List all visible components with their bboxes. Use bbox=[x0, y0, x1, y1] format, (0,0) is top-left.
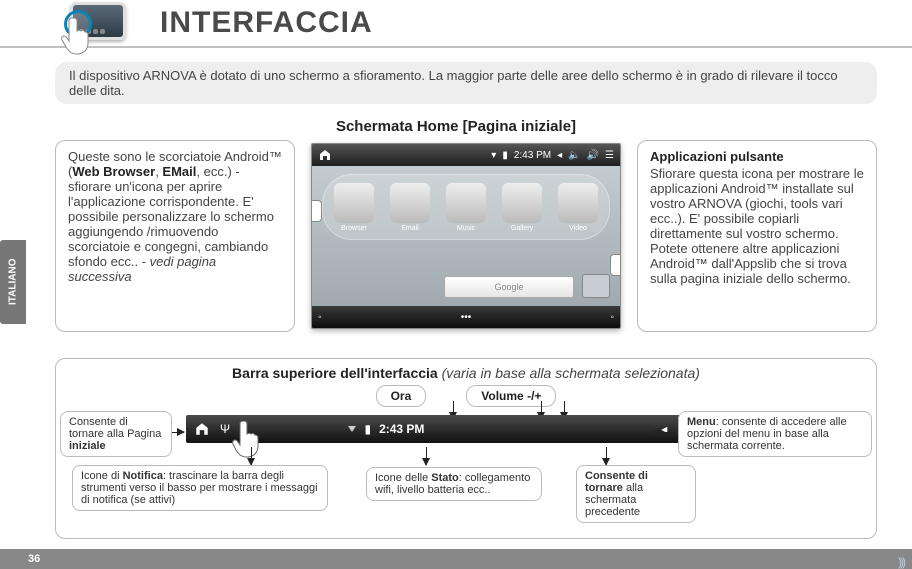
text-bold: EMail bbox=[162, 164, 196, 179]
app-label: Video bbox=[554, 225, 602, 232]
clock-text: 2:43 PM bbox=[379, 422, 424, 436]
home-icon bbox=[194, 421, 210, 437]
page-title: INTERFACCIA bbox=[160, 6, 373, 40]
app-shortcut: Video bbox=[554, 183, 602, 232]
device-screenshot-wrap: ▾ ▮ 2:43 PM ◂ 🔈 🔊 ☰ Browser Email Music … bbox=[301, 140, 631, 332]
app-shortcut: Gallery bbox=[498, 183, 546, 232]
note-notification: Icone di Notifica: trascinare la barra d… bbox=[72, 465, 328, 511]
home-icon bbox=[318, 148, 332, 162]
box-title: Applicazioni pulsante bbox=[650, 149, 864, 164]
screenshot-top-bar: ▾ ▮ 2:43 PM ◂ 🔈 🔊 ☰ bbox=[312, 144, 620, 166]
battery-icon: ▮ bbox=[502, 150, 508, 161]
clock-text: 2:43 PM bbox=[514, 150, 551, 161]
intro-text-box: Il dispositivo ARNOVA è dotato di uno sc… bbox=[55, 62, 877, 104]
header-touch-device-icon bbox=[70, 2, 140, 50]
footer-bar: 36 ))) bbox=[0, 549, 912, 569]
shortcuts-description-box: Queste sono le scorciatoie Android™ (Web… bbox=[55, 140, 295, 332]
text: Consente di tornare alla Pagina bbox=[69, 416, 161, 440]
battery-icon: ▮ bbox=[364, 422, 371, 436]
text-bold: Notifica bbox=[123, 470, 163, 482]
text-bold: Barra superiore dell'interfaccia bbox=[232, 365, 438, 381]
volume-pill: Volume -/+ bbox=[466, 385, 556, 407]
footer-decoration-icon: ))) bbox=[898, 555, 904, 569]
screenshot-bottom-bar: ◦•••◦ bbox=[312, 306, 620, 328]
app-shortcut: Email bbox=[386, 183, 434, 232]
menu-icon: ☰ bbox=[605, 150, 614, 161]
pill-labels-row: Ora Volume -/+ bbox=[66, 385, 866, 407]
box-body: Sfiorare questa icona per mostrare le ap… bbox=[650, 166, 864, 286]
wifi-icon bbox=[348, 426, 356, 432]
interface-top-bar: Ψ ▮ 2:43 PM ◂ 🔈 🔊 ☰ bbox=[186, 415, 746, 443]
app-label: Music bbox=[442, 225, 490, 232]
search-widget: Google bbox=[444, 276, 574, 298]
arrow-down-icon bbox=[606, 447, 607, 465]
text-italic: (varia in base alla schermata selezionat… bbox=[438, 365, 700, 381]
note-status: Icone delle Stato: collegamento wifi, li… bbox=[366, 467, 542, 501]
callout-connector bbox=[311, 200, 322, 222]
top-bar-explanation-box: Barra superiore dell'interfaccia (varia … bbox=[55, 358, 877, 539]
app-shortcut: Browser bbox=[330, 183, 378, 232]
hand-pointer-icon bbox=[60, 16, 94, 56]
back-icon: ◂ bbox=[661, 422, 667, 436]
usb-icon: Ψ bbox=[220, 422, 230, 436]
callout-connector bbox=[610, 254, 621, 276]
app-label: Gallery bbox=[498, 225, 546, 232]
text: Icone di bbox=[81, 470, 123, 482]
wifi-icon: ▾ bbox=[491, 150, 496, 161]
hand-pointer-icon bbox=[232, 421, 262, 461]
time-pill: Ora bbox=[376, 385, 427, 407]
app-label: Email bbox=[386, 225, 434, 232]
arrow-down-icon bbox=[426, 447, 427, 465]
text-bold: Menu bbox=[687, 416, 716, 428]
back-icon: ◂ bbox=[557, 150, 562, 161]
text: Icone delle bbox=[375, 472, 431, 484]
arrow-down-icon bbox=[251, 447, 252, 465]
header-bar: INTERFACCIA bbox=[0, 0, 912, 48]
apps-shortcut-row: Browser Email Music Gallery Video bbox=[322, 174, 610, 240]
lower-title: Barra superiore dell'interfaccia (varia … bbox=[66, 365, 866, 381]
note-back: Consente di tornare alla schermata prece… bbox=[576, 465, 696, 523]
apps-drawer-widget bbox=[582, 274, 610, 298]
text-bold: Web Browser bbox=[72, 164, 155, 179]
app-shortcut: Music bbox=[442, 183, 490, 232]
language-tab: ITALIANO bbox=[0, 240, 26, 324]
app-label: Browser bbox=[330, 225, 378, 232]
note-menu: Menu: consente di accedere alle opzioni … bbox=[678, 411, 872, 457]
note-home: Consente di tornare alla Pagina iniziale bbox=[60, 411, 172, 457]
apps-button-description-box: Applicazioni pulsante Sfiorare questa ic… bbox=[637, 140, 877, 332]
device-screenshot: ▾ ▮ 2:43 PM ◂ 🔈 🔊 ☰ Browser Email Music … bbox=[311, 143, 621, 329]
speaker-icon: 🔈 bbox=[568, 150, 580, 161]
text-bold: iniziale bbox=[69, 440, 106, 452]
speaker-icon: 🔊 bbox=[587, 150, 599, 161]
mid-row: Queste sono le scorciatoie Android™ (Web… bbox=[55, 140, 877, 332]
arrow-icon bbox=[654, 432, 676, 433]
home-screen-heading: Schermata Home [Pagina iniziale] bbox=[0, 118, 912, 135]
page-number: 36 bbox=[28, 553, 40, 565]
search-label: Google bbox=[494, 282, 523, 292]
text-bold: Stato bbox=[431, 472, 459, 484]
